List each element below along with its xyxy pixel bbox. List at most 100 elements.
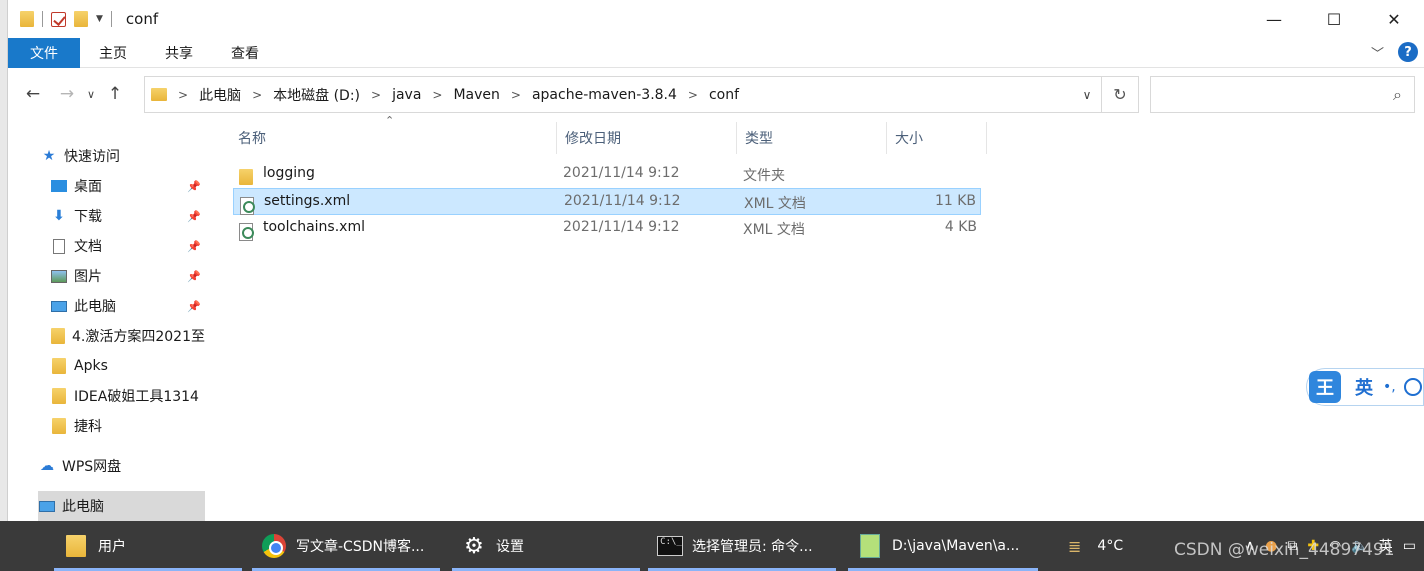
breadcrumb-apache-maven[interactable]: apache-maven-3.8.4 — [532, 87, 677, 103]
tab-file[interactable]: 文件 — [8, 37, 80, 68]
address-history-chevron-icon[interactable]: ∨ — [1074, 77, 1100, 112]
properties-icon[interactable] — [51, 11, 66, 27]
taskbar-label: 选择管理员: 命令... — [692, 539, 813, 555]
chevron-right-icon[interactable]: > — [432, 88, 442, 102]
tab-view[interactable]: 查看 — [212, 38, 278, 68]
nav-this-pc-selected[interactable]: 此电脑 — [38, 491, 205, 521]
navigation-bar: ← → ∨ ↑ > 此电脑 > 本地磁盘 (D:) > java > Maven… — [8, 70, 1424, 118]
breadcrumb-local-disk[interactable]: 本地磁盘 (D:) — [273, 85, 360, 105]
expand-ribbon-chevron-icon[interactable]: ﹀ — [1371, 43, 1384, 62]
weather-temp: 4°C — [1097, 538, 1124, 554]
minimize-button[interactable]: — — [1244, 0, 1304, 38]
help-icon[interactable]: ? — [1398, 42, 1418, 62]
breadcrumb-this-pc[interactable]: 此电脑 — [199, 85, 241, 105]
notification-icon[interactable]: ▭ — [1403, 538, 1416, 554]
forward-button[interactable]: → — [54, 84, 80, 104]
folder-icon — [50, 388, 68, 404]
desktop-icon — [50, 178, 68, 194]
up-button[interactable]: ↑ — [102, 84, 128, 104]
column-header-date[interactable]: 修改日期 — [557, 122, 737, 154]
star-icon: ★ — [42, 148, 56, 164]
chrome-icon — [262, 534, 286, 558]
nav-item-folder[interactable]: IDEA破姐工具1314 — [50, 381, 205, 411]
tab-share[interactable]: 共享 — [146, 38, 212, 68]
file-row[interactable]: logging 2021/11/14 9:12 文件夹 — [233, 161, 981, 188]
ribbon-tabs: 文件 主页 共享 查看 ﹀ ? — [8, 37, 1424, 68]
emoji-icon[interactable] — [1403, 378, 1422, 396]
chevron-right-icon[interactable]: > — [178, 88, 188, 102]
nav-item-folder[interactable]: Apks — [50, 351, 205, 381]
nav-label: 此电脑 — [62, 499, 104, 515]
pin-icon[interactable]: 📌 — [187, 240, 201, 253]
nav-item-documents[interactable]: 文档 📌 — [50, 231, 205, 261]
nav-item-folder[interactable]: 4.激活方案四2021至 — [50, 321, 205, 351]
close-button[interactable]: ✕ — [1364, 0, 1424, 38]
file-date: 2021/11/14 9:12 — [563, 219, 680, 235]
folder-icon — [50, 328, 66, 344]
pin-icon[interactable]: 📌 — [187, 210, 201, 223]
nav-item-downloads[interactable]: ⬇ 下载 📌 — [50, 201, 205, 231]
nav-quick-access[interactable]: ★ 快速访问 — [40, 141, 120, 171]
nav-item-desktop[interactable]: 桌面 📌 — [50, 171, 205, 201]
search-icon: ⌕ — [1393, 85, 1402, 104]
nav-item-folder[interactable]: 捷科 — [50, 411, 205, 441]
ime-language-mode[interactable]: 英 — [1355, 374, 1373, 400]
nav-label: 图片 — [74, 269, 102, 285]
column-header-size[interactable]: 大小 — [887, 122, 987, 154]
background-window-edge — [0, 0, 8, 521]
watermark: CSDN @weixin_44897491 — [1174, 540, 1395, 560]
address-bar[interactable]: > 此电脑 > 本地磁盘 (D:) > java > Maven > apach… — [144, 76, 1139, 113]
breadcrumb-java[interactable]: java — [392, 87, 421, 103]
taskbar-item-cmd[interactable]: C:\_ 选择管理员: 命令... — [648, 521, 836, 571]
chevron-right-icon[interactable]: > — [511, 88, 521, 102]
tab-home[interactable]: 主页 — [80, 38, 146, 68]
taskbar-item-notepad[interactable]: D:\java\Maven\a... — [848, 521, 1038, 571]
maximize-button[interactable]: ☐ — [1304, 0, 1364, 38]
window-title: conf — [125, 10, 159, 28]
chevron-right-icon[interactable]: > — [371, 88, 381, 102]
nav-label: 文档 — [74, 239, 102, 255]
search-input[interactable]: ⌕ — [1150, 76, 1415, 113]
new-folder-icon[interactable] — [74, 11, 88, 27]
file-type: 文件夹 — [743, 168, 785, 184]
taskbar-item-explorer[interactable]: 用户 — [54, 521, 242, 571]
chevron-right-icon[interactable]: > — [688, 88, 698, 102]
column-header-name[interactable]: 名称 — [230, 122, 557, 154]
folder-icon — [64, 534, 88, 558]
pin-icon[interactable]: 📌 — [187, 270, 201, 283]
pin-icon[interactable]: 📌 — [187, 300, 201, 313]
folder-icon — [50, 418, 68, 434]
folder-icon — [20, 11, 34, 27]
file-name: toolchains.xml — [263, 219, 365, 235]
pin-icon[interactable]: 📌 — [187, 180, 201, 193]
folder-icon — [50, 358, 68, 374]
title-bar: ▼ conf — ☐ ✕ — [8, 0, 1424, 38]
breadcrumb-maven[interactable]: Maven — [453, 87, 499, 103]
file-type: XML 文档 — [744, 196, 806, 212]
file-row-selected[interactable]: settings.xml 2021/11/14 9:12 XML 文档 11 K… — [233, 188, 981, 215]
nav-item-this-pc[interactable]: 此电脑 📌 — [50, 291, 205, 321]
customize-toolbar-chevron-icon[interactable]: ▼ — [96, 14, 103, 24]
file-size: 4 KB — [944, 219, 977, 235]
divider — [110, 11, 112, 27]
notepad-icon — [858, 534, 882, 558]
nav-label: 下载 — [74, 209, 102, 225]
ime-toolbar[interactable]: 王 英 •, — [1306, 368, 1424, 406]
column-header-type[interactable]: 类型 — [737, 122, 887, 154]
file-row[interactable]: toolchains.xml 2021/11/14 9:12 XML 文档 4 … — [233, 215, 981, 242]
taskbar-item-settings[interactable]: ⚙ 设置 — [452, 521, 640, 571]
breadcrumb-conf[interactable]: conf — [709, 87, 739, 103]
back-button[interactable]: ← — [20, 84, 46, 104]
taskbar-item-chrome[interactable]: 写文章-CSDN博客... — [252, 521, 440, 571]
cmd-icon: C:\_ — [657, 534, 683, 558]
nav-label: 桌面 — [74, 179, 102, 195]
refresh-icon[interactable]: ↻ — [1101, 77, 1138, 112]
computer-icon — [50, 298, 68, 314]
nav-item-pictures[interactable]: 图片 📌 — [50, 261, 205, 291]
ime-logo[interactable]: 王 — [1309, 371, 1341, 403]
weather-widget[interactable]: ≣ 4°C — [1068, 521, 1123, 571]
ime-punctuation[interactable]: •, — [1383, 379, 1396, 395]
chevron-right-icon[interactable]: > — [252, 88, 262, 102]
recent-locations-chevron-icon[interactable]: ∨ — [84, 88, 98, 101]
nav-wps-drive[interactable]: ☁ WPS网盘 — [38, 451, 121, 481]
